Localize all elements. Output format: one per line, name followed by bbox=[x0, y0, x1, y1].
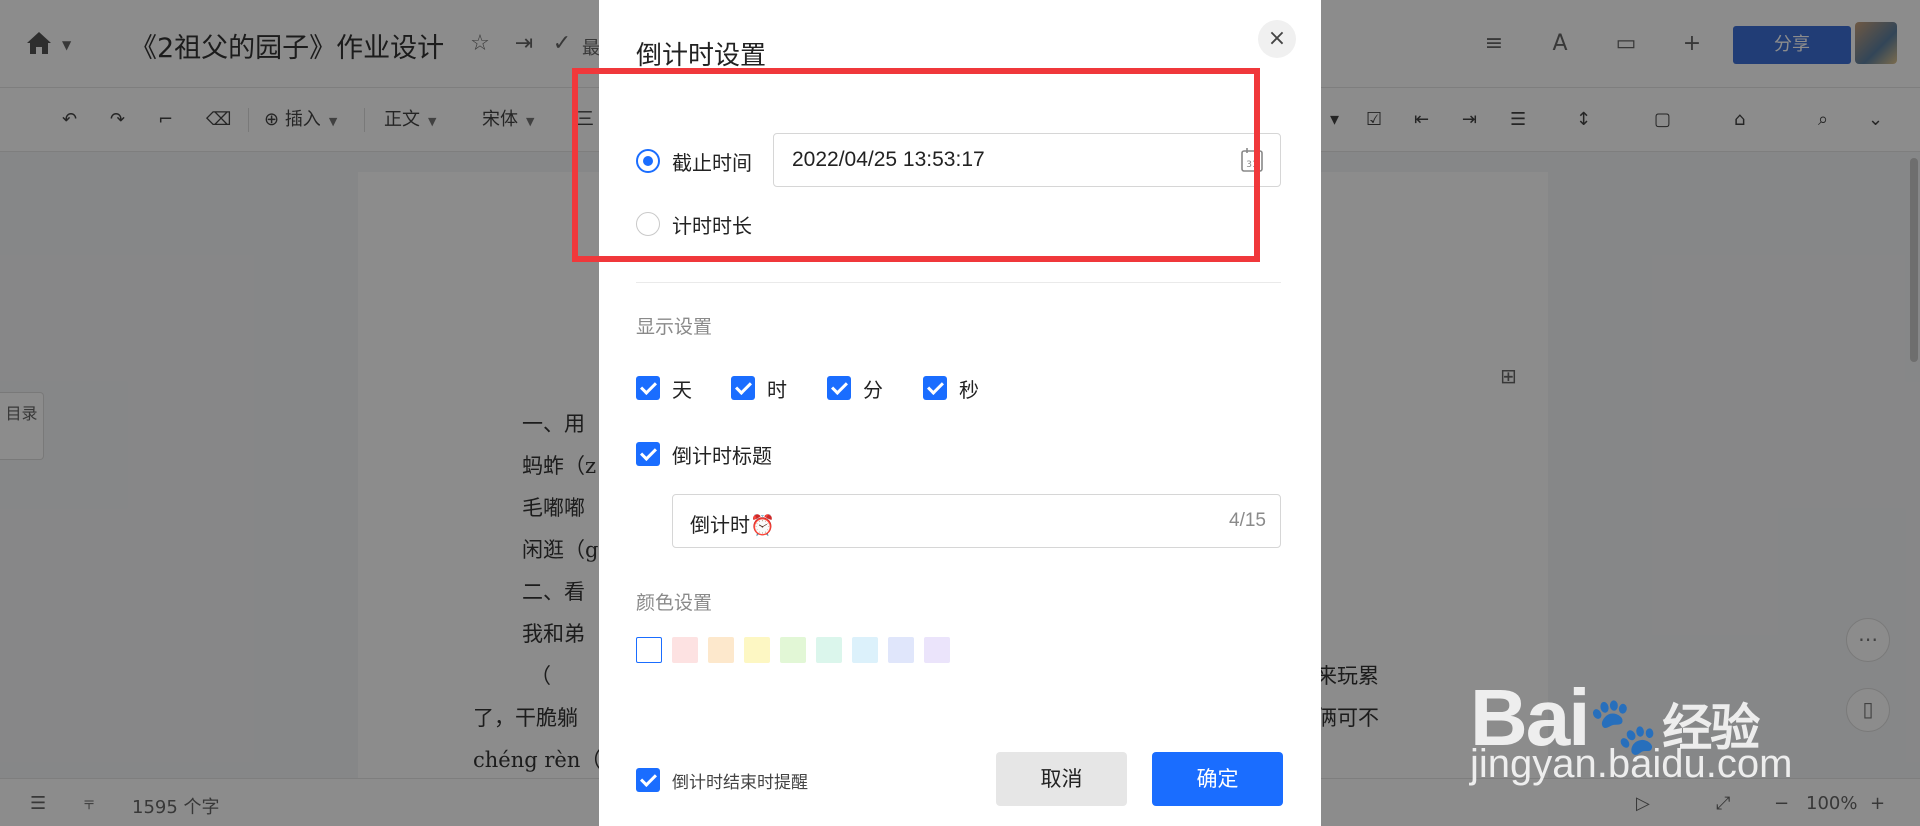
end-reminder-option[interactable]: 倒计时结束时提醒 bbox=[636, 766, 808, 794]
color-swatch[interactable] bbox=[672, 637, 698, 663]
unit-hour-option[interactable]: 时 bbox=[731, 374, 787, 402]
unit-minute-option[interactable]: 分 bbox=[827, 374, 883, 402]
cancel-button[interactable]: 取消 bbox=[996, 752, 1127, 806]
end-reminder-checkbox[interactable] bbox=[636, 768, 660, 792]
close-button[interactable]: × bbox=[1258, 20, 1296, 58]
close-icon: × bbox=[1267, 26, 1287, 51]
duration-radio[interactable] bbox=[636, 212, 660, 236]
color-swatch[interactable] bbox=[636, 637, 662, 663]
color-swatch[interactable] bbox=[924, 637, 950, 663]
color-swatch[interactable] bbox=[888, 637, 914, 663]
deadline-datetime-field[interactable]: 2022/04/25 13:53:17 31 bbox=[773, 133, 1281, 187]
deadline-radio-option[interactable]: 截止时间 bbox=[636, 147, 752, 175]
duration-radio-option[interactable]: 计时时长 bbox=[636, 210, 752, 238]
color-settings-heading: 颜色设置 bbox=[636, 592, 713, 614]
deadline-datetime-value: 2022/04/25 13:53:17 bbox=[792, 148, 985, 171]
confirm-button[interactable]: 确定 bbox=[1152, 752, 1283, 806]
unit-day-label: 天 bbox=[672, 377, 692, 402]
color-swatch[interactable] bbox=[780, 637, 806, 663]
color-swatch[interactable] bbox=[852, 637, 878, 663]
unit-day-option[interactable]: 天 bbox=[636, 374, 692, 402]
deadline-radio[interactable] bbox=[636, 149, 660, 173]
unit-second-checkbox[interactable] bbox=[923, 376, 947, 400]
unit-second-label: 秒 bbox=[959, 377, 979, 402]
display-settings-heading: 显示设置 bbox=[636, 316, 713, 338]
unit-day-checkbox[interactable] bbox=[636, 376, 660, 400]
section-divider bbox=[636, 282, 1281, 283]
countdown-title-checkbox[interactable] bbox=[636, 442, 660, 466]
dialog-title: 倒计时设置 bbox=[636, 41, 767, 71]
countdown-title-input[interactable]: 倒计时⏰ 4/15 bbox=[672, 494, 1281, 548]
unit-hour-checkbox[interactable] bbox=[731, 376, 755, 400]
countdown-title-value: 倒计时⏰ bbox=[690, 513, 775, 537]
countdown-title-option[interactable]: 倒计时标题 bbox=[636, 440, 772, 468]
countdown-settings-dialog: 倒计时设置 × 截止时间 2022/04/25 13:53:17 31 计时时长… bbox=[599, 0, 1321, 826]
countdown-title-label: 倒计时标题 bbox=[672, 443, 772, 468]
color-swatch[interactable] bbox=[708, 637, 734, 663]
unit-minute-label: 分 bbox=[863, 377, 883, 402]
unit-minute-checkbox[interactable] bbox=[827, 376, 851, 400]
end-reminder-label: 倒计时结束时提醒 bbox=[672, 772, 808, 793]
unit-second-option[interactable]: 秒 bbox=[923, 374, 979, 402]
deadline-label: 截止时间 bbox=[672, 150, 752, 175]
duration-label: 计时时长 bbox=[672, 213, 752, 238]
unit-hour-label: 时 bbox=[767, 377, 787, 402]
color-swatch[interactable] bbox=[816, 637, 842, 663]
character-count: 4/15 bbox=[1229, 510, 1266, 531]
color-swatch[interactable] bbox=[744, 637, 770, 663]
calendar-icon[interactable]: 31 bbox=[1240, 147, 1264, 173]
calendar-day-number: 31 bbox=[1246, 160, 1257, 170]
